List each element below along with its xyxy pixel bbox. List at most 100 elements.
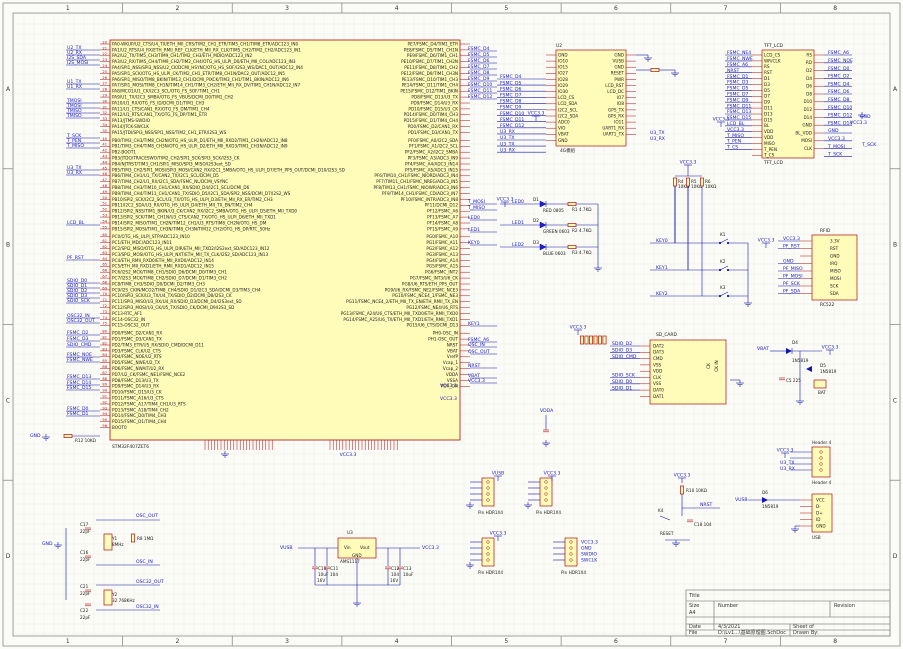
net-label: SDIO_CMD bbox=[67, 342, 92, 348]
net-label: FSMC_D12 bbox=[468, 94, 492, 100]
boot-gnd-label: GND bbox=[30, 433, 41, 439]
mcu-pin-right-label: PG14/FSMC_A25/U6_TX/ETH_MII_TXD1/ETH_RMI… bbox=[343, 317, 458, 322]
tft-pin-label: D14 bbox=[803, 115, 812, 120]
mcu-pin-number: 69 bbox=[102, 286, 107, 290]
mcu-pin-number: 62 bbox=[102, 245, 107, 249]
schematic-canvas: 1122334455667788A AB BC CD DSTM32F407ZET6PA0… bbox=[2, 2, 901, 647]
sd-pullup bbox=[580, 335, 584, 345]
reg-cap-volt: 16V bbox=[390, 578, 398, 583]
mcu-pin-number: 65 bbox=[102, 263, 107, 267]
net-label: FSMC_D4 bbox=[468, 46, 489, 52]
tft-vcc-right: VCC3.3 bbox=[850, 120, 867, 126]
tft-pin-label: BL_VDD bbox=[795, 130, 812, 135]
mcu-pin-left-label: PA13/JTMS-SWDIO bbox=[112, 118, 151, 123]
mcu-pin-number: 74 bbox=[102, 316, 107, 320]
tft-net-label: T_MISO bbox=[726, 133, 744, 139]
net-label: FSMC_D13 bbox=[67, 374, 91, 380]
boot-ground bbox=[42, 434, 50, 441]
mcu-designator: STM32F407ZET6 bbox=[112, 444, 149, 450]
u2-pin-label: IO28 bbox=[558, 77, 568, 82]
tft-pin-label: D5 bbox=[764, 88, 770, 93]
rfid-net-label: PF_RST bbox=[783, 244, 800, 250]
mcu-pin-number: 94 bbox=[102, 412, 107, 416]
mcu-pin-right-label: PG6/FSMC_INT2 bbox=[425, 270, 458, 275]
net-label: NRST bbox=[468, 363, 481, 369]
usb-label: USB bbox=[812, 535, 821, 540]
u2-pin-label: IO30 bbox=[558, 89, 568, 94]
rfid-pin-label: MISO bbox=[830, 268, 842, 273]
mcu-pin-number: 49 bbox=[102, 190, 107, 194]
mcu-pin-left-label: PB1/TIM3_CH4/TIM8_CH3N/OTG_HS_ULPI_D2/ET… bbox=[112, 144, 288, 149]
xtal32-cap-label: C22 bbox=[80, 608, 89, 613]
u2-net-label: FSMC_D8 bbox=[500, 99, 521, 105]
u2-pin-label: GND bbox=[558, 52, 568, 57]
mcu-pin-right-label: PG1/FSMC_A11 bbox=[426, 240, 458, 245]
mcu-pin-left-label: PD10/FSMC_D15/U3_CK bbox=[112, 390, 162, 395]
mcu-pin-right-label: PE12/FSMC_D9/TIM1_CH3N bbox=[401, 71, 458, 76]
net-label: T_MISO bbox=[467, 205, 485, 211]
mcu-pin-right-label: PG15/U6_CTS/DCMI_D13 bbox=[406, 323, 458, 328]
sd-pin-label: VSS bbox=[653, 362, 662, 367]
led-resistor bbox=[567, 202, 577, 206]
mcu-pin-number: 91 bbox=[102, 395, 107, 399]
mcu-pin-right-label: PG7/FSMC_INT3/U6_CK bbox=[410, 276, 458, 281]
j1-ground bbox=[466, 502, 474, 509]
title-label: Title bbox=[688, 593, 700, 599]
tft-pin-label: RD bbox=[806, 60, 812, 65]
u2-pin-label: IO7 bbox=[617, 95, 625, 100]
mcu-pin-left-label: PA3/U2_RX/TIM5_CH4/TIM9_CH2/TIM2_CH4/OTG… bbox=[112, 59, 296, 64]
mcu-ground bbox=[221, 451, 229, 458]
net-label: TMISO bbox=[66, 113, 82, 119]
mcu-pin-number: 52 bbox=[102, 208, 107, 212]
sd-pullup bbox=[602, 335, 607, 345]
p1-net-tx: U3_TX bbox=[780, 460, 795, 466]
mcu-pin-number: 61 bbox=[102, 239, 107, 243]
bat-d4: D4 bbox=[792, 340, 798, 345]
mcu-pin-left-label: PB9/TIM4_CH4/TIM11_CH1/CAN1_TX/SDIO_D5/I… bbox=[112, 191, 291, 196]
u2-designator: U2 bbox=[556, 43, 562, 49]
mcu-pin-left-label: PD7/U2_CK/FSMC_NE1/FSMC_NCE2 bbox=[112, 372, 186, 377]
rfid-pin-label: IRQ bbox=[830, 261, 838, 266]
p1-vcc: VCC3.3 bbox=[777, 448, 794, 454]
size-label: Size bbox=[689, 603, 699, 609]
mcu-pin-left-label: PA14/JTCK-SWCLK bbox=[112, 124, 149, 129]
p1-net-rx: U3_RX bbox=[780, 466, 795, 472]
mcu-pin-right-label: PE15/FSMC_D12/TIM1_BKIN bbox=[400, 89, 458, 94]
tft-name-bottom: TFT_LCD bbox=[763, 160, 784, 166]
u2-pin-label: IO10 bbox=[558, 59, 568, 64]
zone-row-right: A bbox=[893, 86, 898, 93]
zone-col-bottom: 3 bbox=[285, 638, 289, 645]
net-label: LED0 bbox=[468, 215, 480, 221]
key-ground bbox=[744, 300, 752, 307]
led-designator: D3 bbox=[533, 240, 539, 245]
tft-net-label: FSMC_NOE bbox=[828, 58, 853, 64]
u2-net-label: U3_TX bbox=[500, 135, 515, 141]
tft-pin-label: D2 bbox=[806, 68, 812, 73]
mcu-pin-number: 27 bbox=[102, 82, 107, 86]
bat-d5: D5 bbox=[820, 363, 826, 368]
mcu-pin-number: 51 bbox=[102, 202, 107, 206]
u2-pin-label: GND bbox=[614, 52, 624, 57]
mcu-pin-number: 75 bbox=[102, 322, 107, 326]
mcu-pin-left-label: PD1/FSMC_D3/CAN1_TX bbox=[112, 337, 162, 342]
led-resistor-label: R2 4.7KΩ bbox=[572, 228, 592, 233]
tft-pin-label: LCD_CS bbox=[764, 52, 780, 57]
xtal-y2 bbox=[103, 589, 113, 606]
mcu-pin-left-label: PB14/SPI2_MISO/TIM1_CH2N/TIM12_CH1/U3_RT… bbox=[112, 220, 267, 225]
u2-net-label: U3_TX bbox=[500, 141, 515, 147]
mcu-pin-left-label: PB2-BOOT1 bbox=[112, 150, 136, 155]
zone-row-left: C bbox=[6, 397, 10, 404]
mcu-pin-number: 47 bbox=[102, 178, 107, 182]
led-net-label: LED1 bbox=[512, 220, 524, 226]
mcu-pin-left-label: PB7/TIM4_CH2/U1_RX/I2C1_SDA/FSMC_NL/DCMI… bbox=[112, 179, 228, 184]
mcu-pin-left-label: PB11/I2C2_SDA/U3_RX/OTG_HS_ULPI_D4/ETH_M… bbox=[112, 203, 253, 208]
mcu-pin-right-label: PE8/FSMC_D5/TIM1_CH1N bbox=[404, 47, 458, 52]
mcu-pin-number: 96 bbox=[102, 424, 107, 428]
net-label: FSMC_D7 bbox=[468, 64, 489, 70]
tft-pin-label: MOSI bbox=[801, 138, 812, 143]
tft-vcc-left: VCC3.3 bbox=[713, 117, 730, 123]
tft-net-label: FSMC_D11 bbox=[727, 103, 751, 109]
mcu-pin-left-label: PA11/U1_CTS/CAN1_RX/OTG_FS_DM/TIM1_CH4 bbox=[112, 106, 210, 111]
mcu-pin-right-label: PE14/FSMC_D11/TIM1_CH4 bbox=[402, 83, 459, 88]
key-res-val: 10KΩ bbox=[705, 184, 717, 189]
